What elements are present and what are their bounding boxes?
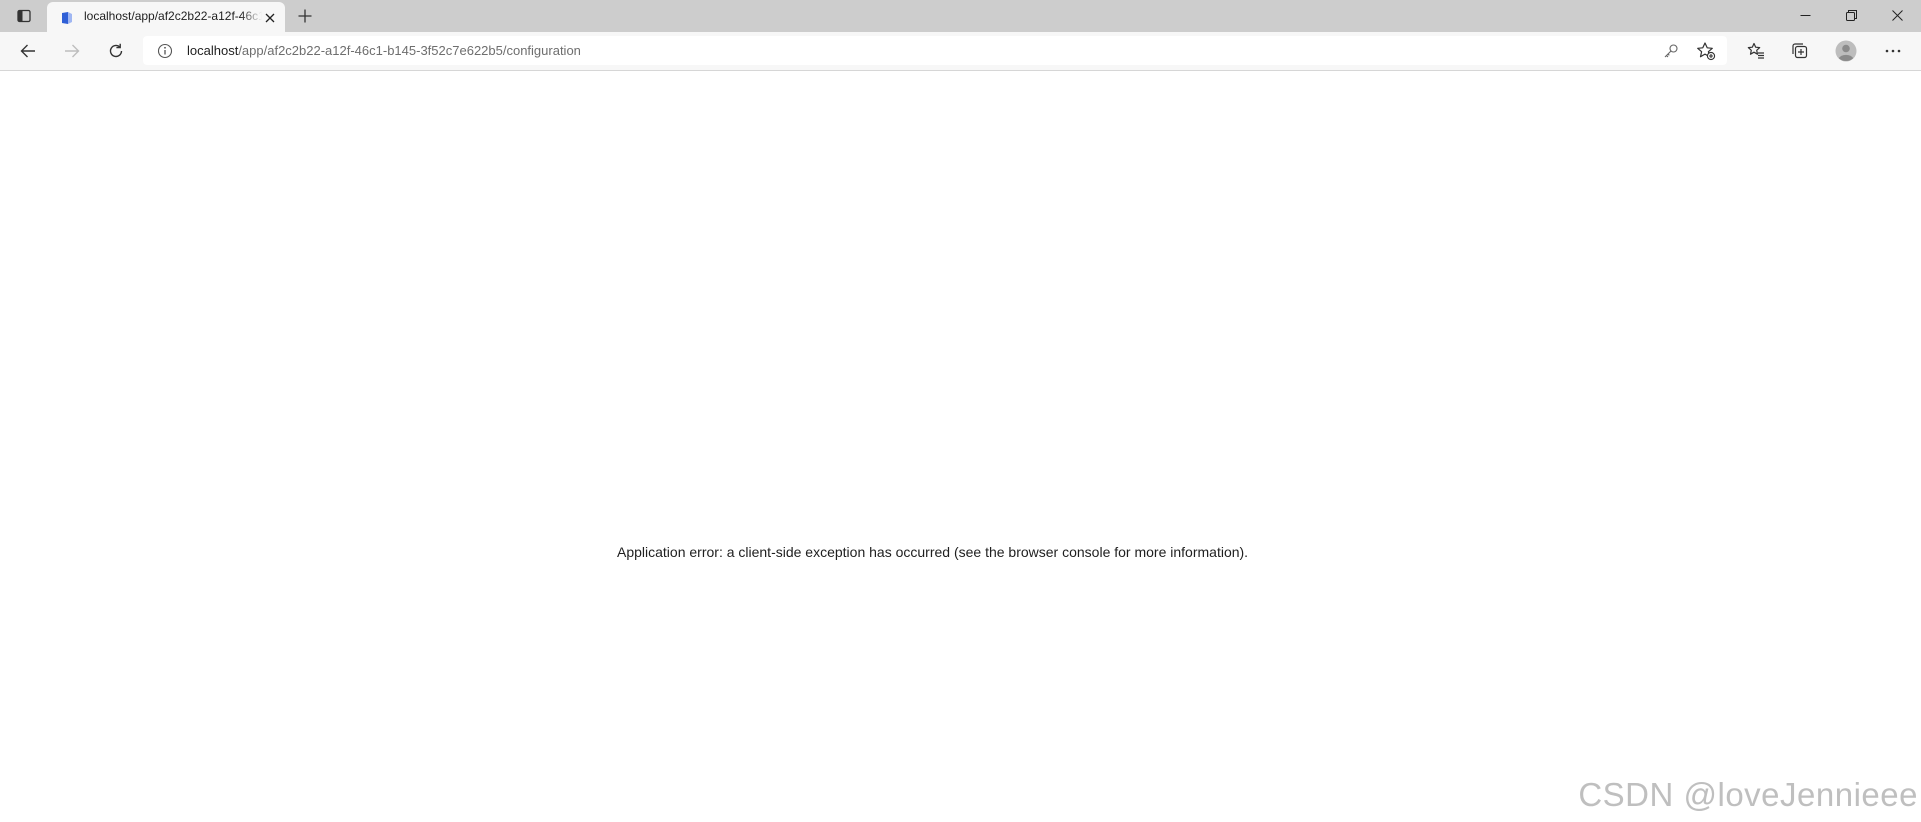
avatar-icon [1835, 40, 1857, 62]
browser-window: localhost/app/af2c2b22-a12f-46c1-b145-3f… [0, 0, 1921, 822]
tab-actions-icon [17, 9, 31, 23]
plus-icon [298, 9, 312, 23]
refresh-button[interactable] [100, 36, 132, 66]
restore-icon [1845, 9, 1857, 21]
address-bar[interactable]: localhost/app/af2c2b22-a12f-46c1-b145-3f… [143, 36, 1727, 65]
restore-button[interactable] [1828, 0, 1874, 30]
refresh-icon [108, 43, 124, 59]
more-icon [1885, 49, 1901, 53]
url-host: localhost [187, 43, 239, 58]
key-icon[interactable] [1662, 42, 1680, 60]
arrow-right-icon [64, 43, 80, 59]
close-icon [1891, 9, 1903, 21]
settings-menu-button[interactable] [1877, 36, 1909, 66]
page-content: Application error: a client-side excepti… [0, 71, 1921, 822]
tab-close-button[interactable] [262, 10, 278, 26]
minimize-button[interactable] [1782, 0, 1828, 30]
new-tab-button[interactable] [292, 5, 318, 27]
star-plus-icon[interactable] [1696, 41, 1716, 61]
back-button[interactable] [12, 36, 44, 66]
minimize-icon [1800, 10, 1811, 21]
forward-button[interactable] [56, 36, 88, 66]
browser-toolbar: localhost/app/af2c2b22-a12f-46c1-b145-3f… [0, 32, 1921, 71]
tab-strip: localhost/app/af2c2b22-a12f-46c1-b145-3f… [0, 0, 1921, 32]
watermark: CSDN @loveJennieee [1578, 776, 1918, 813]
collections-icon [1791, 42, 1809, 60]
tab-title: localhost/app/af2c2b22-a12f-46c1-b145-3f… [84, 9, 262, 23]
collections-button[interactable] [1784, 36, 1816, 66]
url-text[interactable]: localhost/app/af2c2b22-a12f-46c1-b145-3f… [187, 43, 581, 58]
close-icon [265, 13, 275, 23]
favorites-button[interactable] [1740, 36, 1772, 66]
favorites-list-icon [1747, 42, 1765, 60]
url-path: /app/af2c2b22-a12f-46c1-b145-3f52c7e622b… [238, 43, 581, 58]
profile-button[interactable] [1830, 36, 1862, 66]
error-message: Application error: a client-side excepti… [617, 544, 1249, 560]
tab-active[interactable]: localhost/app/af2c2b22-a12f-46c1-b145-3f… [47, 2, 285, 32]
close-window-button[interactable] [1874, 0, 1920, 30]
arrow-left-icon [20, 43, 36, 59]
tab-actions-button[interactable] [10, 4, 38, 28]
app-favicon [60, 11, 74, 25]
info-icon[interactable] [157, 43, 173, 59]
